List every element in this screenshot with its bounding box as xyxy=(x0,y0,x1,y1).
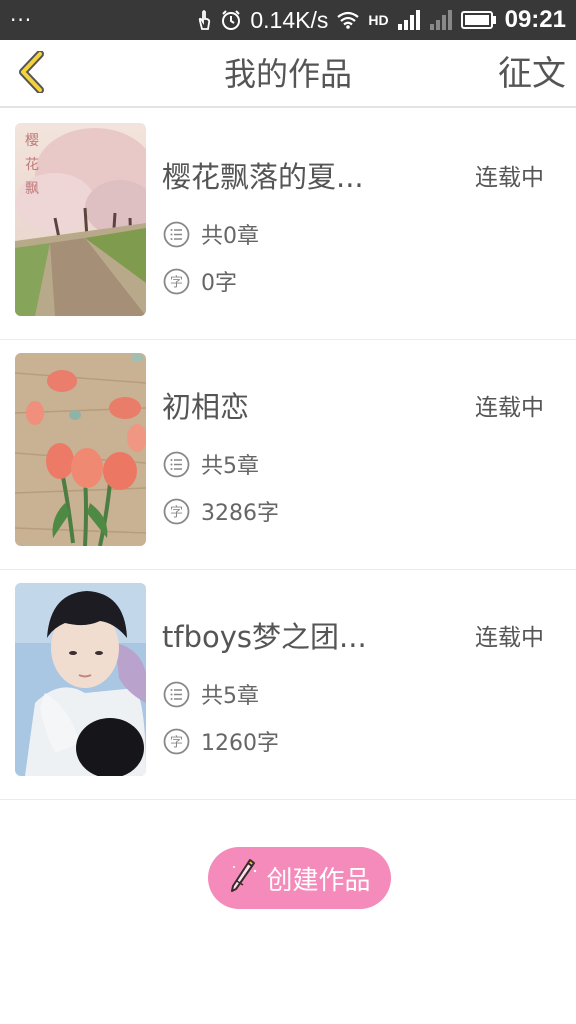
svg-text:花: 花 xyxy=(25,157,39,173)
hand-icon xyxy=(196,9,212,31)
wifi-icon xyxy=(336,11,360,29)
network-speed: 0.14K/s xyxy=(250,6,329,33)
work-item[interactable]: 樱 花 飘 樱花飘落的夏... 连载中 共0章 字 0字 xyxy=(0,110,576,340)
work-title: 樱花飘落的夏... xyxy=(162,160,364,194)
notification-dots: ··· xyxy=(10,8,33,32)
svg-text:字: 字 xyxy=(170,275,183,290)
works-list: 樱 花 飘 樱花飘落的夏... 连载中 共0章 字 0字 初相恋 连载中 共5章… xyxy=(0,110,576,800)
svg-text:樱: 樱 xyxy=(25,132,39,149)
character-icon: 字 xyxy=(163,498,190,525)
status-indicators: 0.14K/s HD 09:21 xyxy=(196,6,566,34)
word-count-row: 字 0字 xyxy=(163,265,237,297)
clock: 09:21 xyxy=(504,6,566,33)
svg-text:字: 字 xyxy=(170,505,183,520)
svg-text:字: 字 xyxy=(170,735,183,750)
create-work-button[interactable]: 创建作品 xyxy=(208,847,391,909)
chapter-count: 共5章 xyxy=(201,454,259,479)
word-count: 3286字 xyxy=(201,501,279,526)
work-status: 连载中 xyxy=(475,625,544,651)
cover-image xyxy=(15,353,146,546)
word-count-row: 字 1260字 xyxy=(163,725,279,757)
chapter-count: 共5章 xyxy=(201,684,259,709)
pencil-icon xyxy=(228,857,260,900)
work-status: 连载中 xyxy=(475,165,544,191)
character-icon: 字 xyxy=(163,728,190,755)
list-icon xyxy=(163,451,190,478)
work-item[interactable]: tfboys梦之团... 连载中 共5章 字 1260字 xyxy=(0,570,576,800)
battery-icon xyxy=(460,10,497,30)
page-title: 我的作品 xyxy=(223,55,352,93)
word-count-row: 字 3286字 xyxy=(163,495,279,527)
chapter-count-row: 共5章 xyxy=(163,448,259,480)
work-title: 初相恋 xyxy=(162,390,250,424)
list-icon xyxy=(163,221,190,248)
contest-button[interactable]: 征文 xyxy=(498,40,566,108)
signal-icon xyxy=(397,9,421,31)
chapter-count: 共0章 xyxy=(201,224,259,249)
status-bar: ··· 0.14K/s HD 09:21 xyxy=(0,0,576,40)
network-type: HD xyxy=(368,12,389,28)
chapter-count-row: 共0章 xyxy=(163,218,259,250)
cover-image: 樱 花 飘 xyxy=(15,123,146,316)
svg-text:飘: 飘 xyxy=(25,181,39,197)
alarm-icon xyxy=(220,9,242,31)
work-item[interactable]: 初相恋 连载中 共5章 字 3286字 xyxy=(0,340,576,570)
create-work-label: 创建作品 xyxy=(266,865,371,896)
cover-image xyxy=(15,583,146,776)
signal-icon-2 xyxy=(429,9,453,31)
top-app-bar: 我的作品 征文 xyxy=(0,40,576,108)
work-title: tfboys梦之团... xyxy=(162,620,367,654)
list-icon xyxy=(163,681,190,708)
character-icon: 字 xyxy=(163,268,190,295)
chapter-count-row: 共5章 xyxy=(163,678,259,710)
word-count: 0字 xyxy=(201,271,237,296)
word-count: 1260字 xyxy=(201,731,279,756)
work-status: 连载中 xyxy=(475,395,544,421)
